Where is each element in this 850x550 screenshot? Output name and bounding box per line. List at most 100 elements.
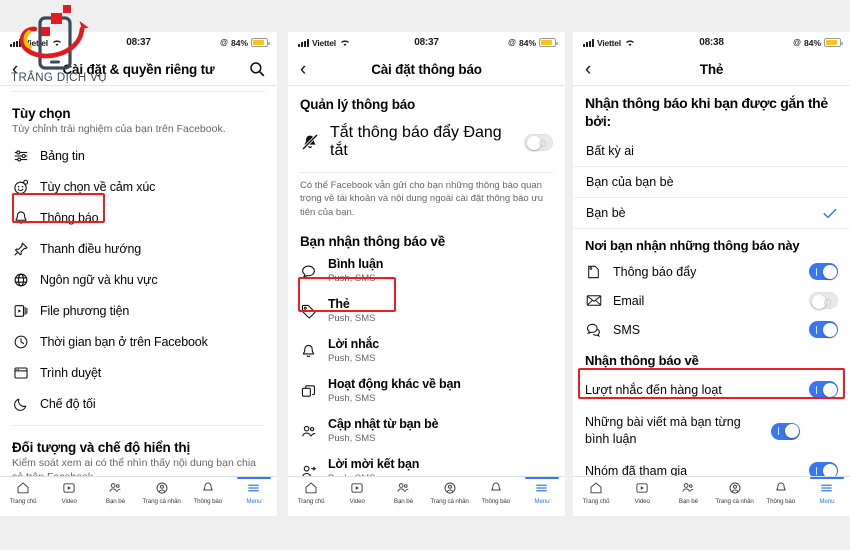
panel2-body: Quản lý thông báo Tắt thông báo đẩy Đang… bbox=[288, 86, 565, 476]
sidebar-item-reactions[interactable]: Tùy chọn về cảm xúc bbox=[0, 172, 277, 203]
sidebar-item-dark-mode[interactable]: Chế độ tối bbox=[0, 389, 277, 420]
list-item-comments[interactable]: Bình luận Push, SMS bbox=[288, 251, 565, 291]
row-title: Những bài viết mà bạn từng bình luận bbox=[585, 415, 741, 447]
tab-home[interactable]: Trang chủ bbox=[573, 480, 619, 505]
tab-video[interactable]: Video bbox=[619, 480, 665, 505]
tab-menu[interactable]: Menu bbox=[231, 477, 277, 505]
tab-friends[interactable]: Bạn bè bbox=[380, 480, 426, 505]
tab-video[interactable]: Video bbox=[46, 480, 92, 505]
row-joined-groups[interactable]: Nhóm đã tham gia bbox=[573, 455, 850, 476]
tab-profile[interactable]: Trang cá nhân bbox=[427, 480, 473, 505]
sidebar-item-language-region[interactable]: Ngôn ngữ và khu vực bbox=[0, 265, 277, 296]
panel3-body: Nhận thông báo khi bạn được gắn thẻ bởi:… bbox=[573, 86, 850, 476]
row-subtitle: Push, SMS bbox=[328, 313, 376, 325]
push-icon bbox=[585, 263, 602, 280]
search-button[interactable] bbox=[249, 61, 265, 77]
back-button[interactable]: ‹ bbox=[300, 60, 316, 79]
row-push-notification[interactable]: Thông báo đẩy bbox=[573, 257, 850, 286]
tab-label: Bạn bè bbox=[678, 498, 698, 505]
tab-profile[interactable]: Trang cá nhân bbox=[712, 480, 758, 505]
layers-icon bbox=[300, 383, 317, 400]
page-title: Cài đặt & quyền riêng tư bbox=[62, 61, 215, 77]
tab-label: Menu bbox=[246, 498, 262, 505]
tab-notifications[interactable]: Thông báo bbox=[758, 480, 804, 505]
battery-icon bbox=[539, 38, 558, 47]
row-disable-push[interactable]: Tắt thông báo đẩy Đang tắt bbox=[288, 114, 565, 170]
row-sms[interactable]: SMS bbox=[573, 315, 850, 344]
list-item-other-activity[interactable]: Hoạt động khác về bạn Push, SMS bbox=[288, 371, 565, 411]
toggle-disable-push[interactable] bbox=[524, 133, 553, 151]
tab-notifications[interactable]: Thông báo bbox=[473, 480, 519, 505]
tab-label: Trang cá nhân bbox=[430, 498, 469, 505]
sidebar-item-news-feed[interactable]: Bảng tin bbox=[0, 141, 277, 172]
section-subtitle-preferences: Tùy chỉnh trải nghiệm của bạn trên Faceb… bbox=[12, 123, 226, 135]
video-icon bbox=[635, 480, 649, 496]
section-title-manage: Quản lý thông báo bbox=[300, 97, 416, 112]
row-bulk-mentions[interactable]: Lượt nhắc đến hàng loạt bbox=[573, 372, 850, 407]
row-commented-posts[interactable]: Những bài viết mà bạn từng bình luận bbox=[573, 407, 850, 455]
toggle-bulk-mentions[interactable] bbox=[809, 381, 838, 399]
tab-menu[interactable]: Menu bbox=[804, 477, 850, 505]
sidebar-item-label: Trình duyệt bbox=[40, 366, 102, 381]
row-text: Bình luận Push, SMS bbox=[328, 257, 383, 285]
tab-label: Trang chủ bbox=[9, 498, 37, 505]
sidebar-item-navigation-bar[interactable]: Thanh điều hướng bbox=[0, 234, 277, 265]
back-button[interactable]: ‹ bbox=[12, 60, 28, 79]
clock-label: 08:37 bbox=[126, 37, 151, 48]
toggle-push-notification[interactable] bbox=[809, 263, 838, 281]
row-title: Lời nhắc bbox=[328, 337, 380, 352]
manage-note: Có thể Facebook vẫn gửi cho bạn những th… bbox=[300, 180, 543, 218]
tab-label: Bạn bè bbox=[105, 498, 125, 505]
tab-label: Trang chủ bbox=[582, 498, 610, 505]
option-friends-of-friends[interactable]: Bạn của bạn bè bbox=[574, 167, 849, 199]
row-email[interactable]: Email bbox=[573, 286, 850, 315]
tab-friends[interactable]: Bạn bè bbox=[92, 480, 138, 505]
profile-icon bbox=[155, 480, 169, 496]
list-item-friend-updates[interactable]: Cập nhật từ bạn bè Push, SMS bbox=[288, 411, 565, 451]
sidebar-item-media-files[interactable]: File phương tiện bbox=[0, 296, 277, 327]
toggle-commented-posts[interactable] bbox=[771, 422, 800, 440]
list-item-tags[interactable]: Thẻ Push, SMS bbox=[288, 291, 565, 331]
sidebar-item-label: Bảng tin bbox=[40, 149, 85, 164]
tab-label: Trang cá nhân bbox=[142, 498, 181, 505]
sidebar-item-notifications[interactable]: Thông báo bbox=[0, 203, 277, 234]
tab-home[interactable]: Trang chủ bbox=[0, 480, 46, 505]
toggle-email[interactable] bbox=[809, 292, 838, 310]
tab-notifications[interactable]: Thông báo bbox=[185, 480, 231, 505]
phone-screen-tags: Viettel 08:38 @ 84% ‹ Thẻ Nhận thông báo… bbox=[573, 32, 850, 516]
tab-video[interactable]: Video bbox=[334, 480, 380, 505]
page-title: Thẻ bbox=[699, 61, 724, 77]
row-text: Hoạt động khác về bạn Push, SMS bbox=[328, 377, 461, 405]
row-title: Tắt thông báo đẩy bbox=[330, 124, 459, 141]
divider bbox=[12, 91, 265, 92]
back-button[interactable]: ‹ bbox=[585, 60, 601, 79]
tab-label: Thông báo bbox=[193, 498, 223, 505]
globe-icon bbox=[12, 272, 29, 289]
bell-icon bbox=[300, 343, 317, 360]
home-icon bbox=[589, 480, 603, 496]
row-subtitle: Push, SMS bbox=[328, 392, 376, 404]
tab-friends[interactable]: Bạn bè bbox=[665, 480, 711, 505]
browser-icon bbox=[12, 365, 29, 382]
toggle-joined-groups[interactable] bbox=[809, 462, 838, 476]
page-title: Cài đặt thông báo bbox=[371, 61, 482, 77]
sliders-icon bbox=[12, 148, 29, 165]
tab-home[interactable]: Trang chủ bbox=[288, 480, 334, 505]
list-item-friend-requests[interactable]: Lời mời kết bạn Push, SMS bbox=[288, 451, 565, 476]
friends-icon bbox=[681, 480, 695, 496]
list-item-reminders[interactable]: Lời nhắc Push, SMS bbox=[288, 331, 565, 371]
section-title-about: Nhận thông báo về bbox=[585, 353, 699, 369]
row-text: Tắt thông báo đẩy Đang tắt bbox=[330, 124, 513, 160]
tab-menu[interactable]: Menu bbox=[519, 477, 565, 505]
row-title: Bình luận bbox=[328, 257, 384, 272]
sidebar-item-time-on-facebook[interactable]: Thời gian bạn ở trên Facebook bbox=[0, 327, 277, 358]
tab-label: Bạn bè bbox=[393, 498, 413, 505]
panel1-body: Tùy chọn Tùy chỉnh trải nghiệm của bạn t… bbox=[0, 86, 277, 476]
bottom-tab-bar-2: Trang chủ Video Bạn bè Trang cá nhân Thô… bbox=[288, 476, 565, 516]
option-friends[interactable]: Bạn bè bbox=[574, 198, 849, 230]
option-anyone[interactable]: Bất kỳ ai bbox=[574, 136, 849, 168]
tab-profile[interactable]: Trang cá nhân bbox=[139, 480, 185, 505]
battery-icon bbox=[824, 38, 843, 47]
toggle-sms[interactable] bbox=[809, 321, 838, 339]
sidebar-item-browser[interactable]: Trình duyệt bbox=[0, 358, 277, 389]
